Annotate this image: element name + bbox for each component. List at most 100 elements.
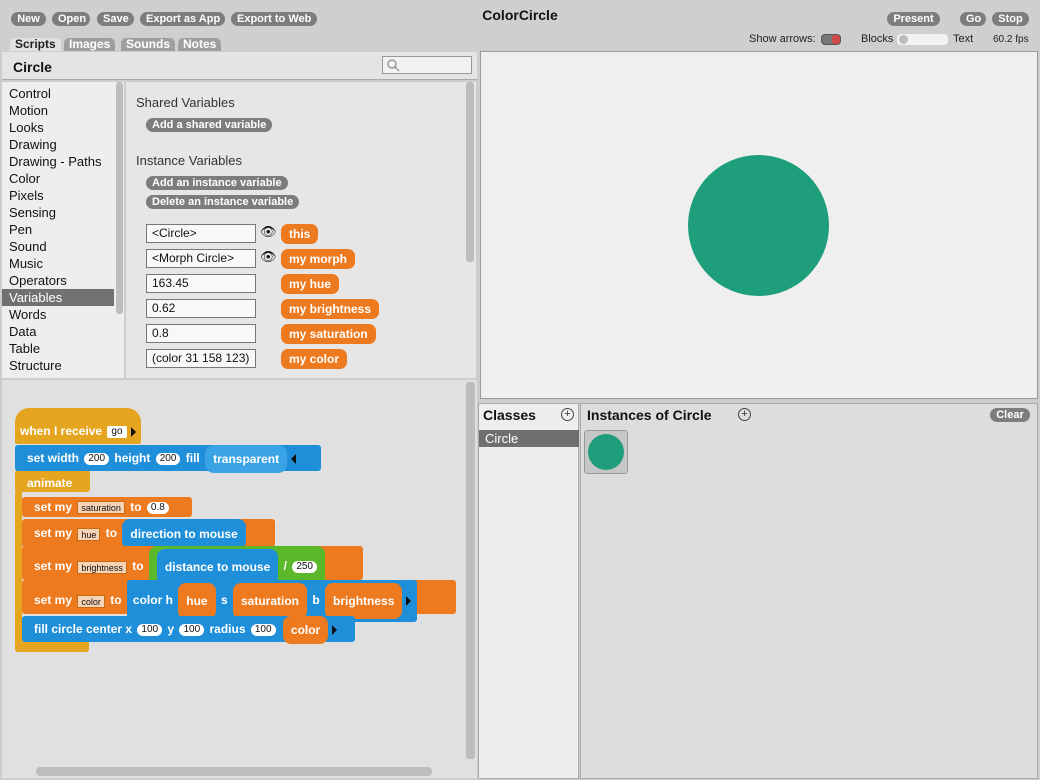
category-color[interactable]: Color bbox=[2, 170, 114, 187]
category-data[interactable]: Data bbox=[2, 323, 114, 340]
search-icon bbox=[387, 59, 400, 72]
stop-button[interactable]: Stop bbox=[992, 12, 1029, 26]
add-class-icon[interactable]: + bbox=[561, 408, 574, 421]
set-width-label: set width bbox=[27, 451, 80, 466]
eye-icon[interactable]: 👁 bbox=[260, 224, 277, 240]
category-sensing[interactable]: Sensing bbox=[2, 204, 114, 221]
set-my-hue-block[interactable]: set my hue to direction to mouse bbox=[22, 519, 275, 549]
palette-scrollbar[interactable] bbox=[466, 82, 474, 262]
script-vertical-scrollbar[interactable] bbox=[466, 382, 475, 759]
hue-reporter[interactable]: hue bbox=[178, 583, 216, 619]
saturation-value-input[interactable]: 0.8 bbox=[146, 501, 169, 514]
script-editor[interactable]: when I receive go set width 200 height 2… bbox=[2, 380, 477, 778]
tab-scripts[interactable]: Scripts bbox=[10, 38, 61, 51]
brightness-dropdown[interactable]: brightness bbox=[77, 560, 127, 574]
tab-notes[interactable]: Notes bbox=[178, 38, 222, 51]
width-input[interactable]: 200 bbox=[84, 453, 110, 465]
expand-arrow-icon[interactable] bbox=[332, 625, 338, 635]
instances-title: Instances of Circle bbox=[587, 407, 712, 423]
open-button[interactable]: Open bbox=[52, 12, 90, 26]
center-y-input[interactable]: 100 bbox=[179, 624, 205, 636]
direction-to-mouse-reporter[interactable]: direction to mouse bbox=[122, 519, 246, 549]
variable-block-my-morph[interactable]: my morph bbox=[281, 249, 356, 269]
variable-watcher-this: <Circle> bbox=[146, 224, 256, 243]
delete-instance-variable-button[interactable]: Delete an instance variable bbox=[146, 195, 300, 209]
toggle-knob bbox=[832, 35, 840, 44]
expand-arrow-icon[interactable] bbox=[406, 596, 412, 606]
blocks-text-slider[interactable] bbox=[897, 34, 948, 45]
go-button[interactable]: Go bbox=[960, 12, 986, 26]
set-my-brightness-block[interactable]: set my brightness to distance to mouse /… bbox=[22, 546, 363, 588]
variables-palette: Shared Variables Add a shared variable I… bbox=[126, 82, 476, 378]
color-h-label: color h bbox=[132, 593, 173, 608]
center-x-input[interactable]: 100 bbox=[137, 624, 163, 636]
category-control[interactable]: Control bbox=[2, 85, 114, 102]
collapse-arrow-icon[interactable] bbox=[291, 454, 297, 464]
category-variables[interactable]: Variables bbox=[2, 289, 114, 306]
brightness-reporter[interactable]: brightness bbox=[325, 583, 403, 619]
color-dropdown[interactable]: color bbox=[77, 594, 105, 608]
circle-sprite[interactable] bbox=[688, 155, 829, 296]
category-music[interactable]: Music bbox=[2, 255, 114, 272]
app-title: ColorCircle bbox=[482, 7, 558, 23]
export-web-button[interactable]: Export to Web bbox=[231, 12, 317, 26]
category-words[interactable]: Words bbox=[2, 306, 114, 323]
sprite-header: Circle bbox=[2, 52, 477, 80]
b-label: b bbox=[312, 593, 320, 608]
height-input[interactable]: 200 bbox=[155, 453, 181, 465]
variable-block-my-brightness[interactable]: my brightness bbox=[281, 299, 380, 319]
fill-circle-block[interactable]: fill circle center x 100 y 100 radius 10… bbox=[22, 616, 355, 644]
divisor-input[interactable]: 250 bbox=[292, 561, 317, 573]
instances-panel: Instances of Circle + Clear bbox=[580, 403, 1038, 779]
set-my-saturation-block[interactable]: set my saturation to 0.8 bbox=[22, 497, 192, 517]
saturation-dropdown[interactable]: saturation bbox=[77, 501, 125, 515]
dropdown-arrow-icon[interactable] bbox=[130, 426, 136, 437]
category-looks[interactable]: Looks bbox=[2, 119, 114, 136]
set-my-color-block[interactable]: set my color to color h hue s saturation… bbox=[22, 580, 456, 622]
instance-circle-icon bbox=[588, 434, 624, 470]
category-table[interactable]: Table bbox=[2, 340, 114, 357]
variable-block-my-hue[interactable]: my hue bbox=[281, 274, 340, 294]
tab-images[interactable]: Images bbox=[64, 38, 116, 51]
variable-block-this[interactable]: this bbox=[281, 224, 319, 244]
transparent-reporter[interactable]: transparent bbox=[205, 445, 288, 473]
set-width-block[interactable]: set width 200 height 200 fill transparen… bbox=[15, 445, 321, 473]
category-scrollbar[interactable] bbox=[116, 82, 123, 314]
search-input[interactable] bbox=[382, 56, 472, 74]
variable-watcher-my-saturation: 0.8 bbox=[146, 324, 256, 343]
eye-icon[interactable]: 👁 bbox=[260, 249, 277, 265]
category-pixels[interactable]: Pixels bbox=[2, 187, 114, 204]
add-instance-icon[interactable]: + bbox=[738, 408, 751, 421]
add-instance-variable-button[interactable]: Add an instance variable bbox=[146, 176, 288, 190]
instance-thumbnail[interactable] bbox=[584, 430, 628, 474]
show-arrows-label: Show arrows: bbox=[749, 33, 816, 45]
clear-button[interactable]: Clear bbox=[990, 408, 1030, 422]
variable-block-my-color[interactable]: my color bbox=[281, 349, 348, 369]
category-pen[interactable]: Pen bbox=[2, 221, 114, 238]
slider-knob[interactable] bbox=[899, 35, 908, 44]
category-drawing-paths[interactable]: Drawing - Paths bbox=[2, 153, 114, 170]
message-dropdown[interactable]: go bbox=[107, 425, 127, 438]
saturation-reporter[interactable]: saturation bbox=[232, 583, 307, 619]
radius-input[interactable]: 100 bbox=[250, 624, 276, 636]
category-drawing[interactable]: Drawing bbox=[2, 136, 114, 153]
classes-panel: Classes + Circle bbox=[478, 403, 579, 779]
when-i-receive-hat[interactable]: when I receive go bbox=[15, 408, 141, 444]
present-button[interactable]: Present bbox=[887, 12, 940, 26]
stage[interactable] bbox=[480, 51, 1038, 399]
category-structure[interactable]: Structure bbox=[2, 357, 114, 374]
add-shared-variable-button[interactable]: Add a shared variable bbox=[146, 118, 273, 132]
script-horizontal-scrollbar[interactable] bbox=[36, 767, 432, 776]
class-item-circle[interactable]: Circle bbox=[479, 430, 579, 447]
show-arrows-toggle[interactable] bbox=[821, 34, 841, 45]
color-reporter[interactable]: color bbox=[282, 616, 329, 644]
variable-block-my-saturation[interactable]: my saturation bbox=[281, 324, 376, 344]
hue-dropdown[interactable]: hue bbox=[77, 527, 101, 541]
category-sound[interactable]: Sound bbox=[2, 238, 114, 255]
new-button[interactable]: New bbox=[11, 12, 46, 26]
category-operators[interactable]: Operators bbox=[2, 272, 114, 289]
category-motion[interactable]: Motion bbox=[2, 102, 114, 119]
export-app-button[interactable]: Export as App bbox=[140, 12, 225, 26]
save-button[interactable]: Save bbox=[97, 12, 134, 26]
tab-sounds[interactable]: Sounds bbox=[121, 38, 175, 51]
